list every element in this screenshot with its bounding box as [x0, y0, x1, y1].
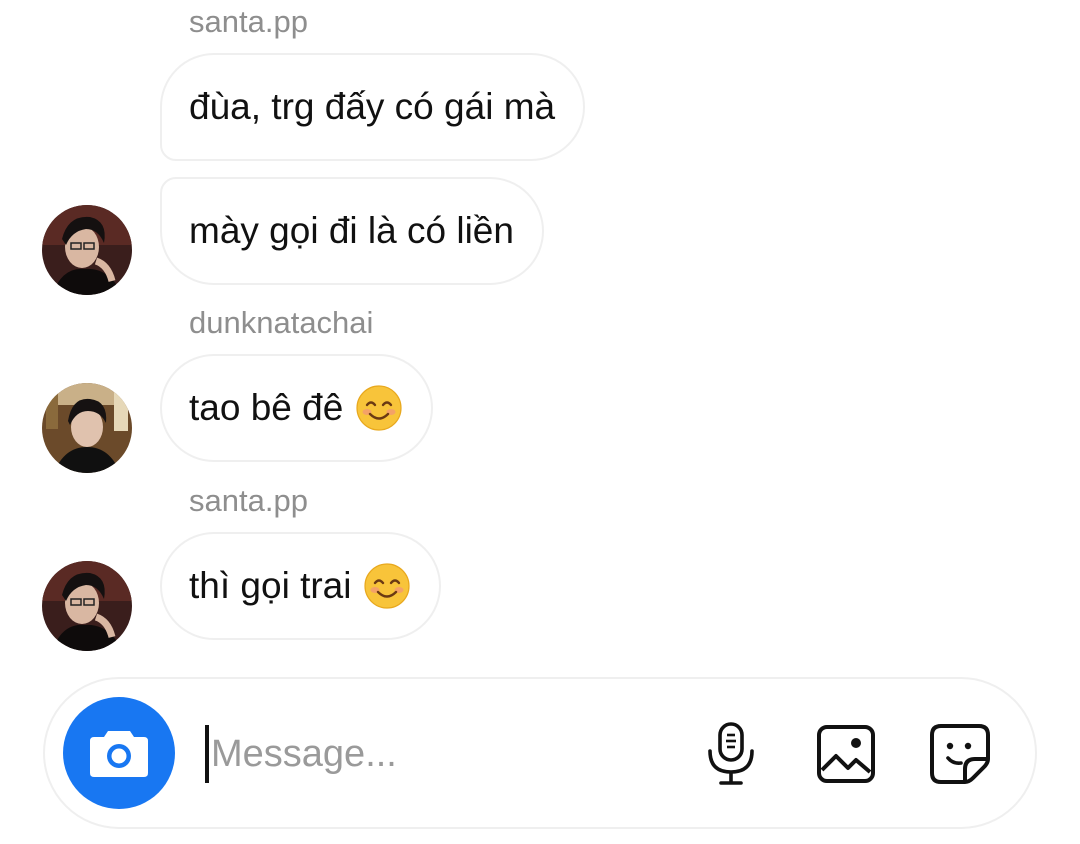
- sticker-button[interactable]: [927, 721, 993, 787]
- sender-name: santa.pp: [189, 4, 308, 39]
- sticker-icon: [930, 724, 990, 784]
- avatar-image: [42, 383, 132, 473]
- avatar[interactable]: [42, 383, 132, 473]
- microphone-icon: [708, 722, 754, 785]
- message-bubble[interactable]: tao bê đê: [160, 354, 434, 462]
- sender-name: dunknatachai: [189, 305, 374, 340]
- gallery-icon: [817, 725, 875, 783]
- voice-message-button[interactable]: [698, 721, 764, 787]
- camera-button[interactable]: [63, 697, 175, 809]
- message-bubble[interactable]: thì gọi trai: [160, 532, 442, 640]
- avatar-image: [42, 205, 132, 295]
- chat-screen: santa.pp đùa, trg đấy có gái mà mày gọi …: [0, 0, 1080, 844]
- message-text: thì gọi trai: [189, 565, 352, 606]
- message-bubble[interactable]: mày gọi đi là có liền: [160, 177, 544, 285]
- message-bubble[interactable]: đùa, trg đấy có gái mà: [160, 53, 586, 161]
- camera-icon: [90, 731, 148, 777]
- message-text: đùa, trg đấy có gái mà: [189, 86, 556, 127]
- message-input[interactable]: [205, 719, 671, 789]
- sender-name: santa.pp: [189, 483, 308, 518]
- avatar-image: [42, 561, 132, 651]
- smiling-face-emoji: [356, 385, 402, 431]
- smiling-face-emoji: [364, 563, 411, 609]
- avatar[interactable]: [42, 205, 132, 295]
- message-text: mày gọi đi là có liền: [189, 210, 514, 251]
- message-text: tao bê đê: [189, 387, 344, 428]
- message-composer: [43, 677, 1037, 829]
- gallery-button[interactable]: [813, 721, 879, 787]
- avatar[interactable]: [42, 561, 132, 651]
